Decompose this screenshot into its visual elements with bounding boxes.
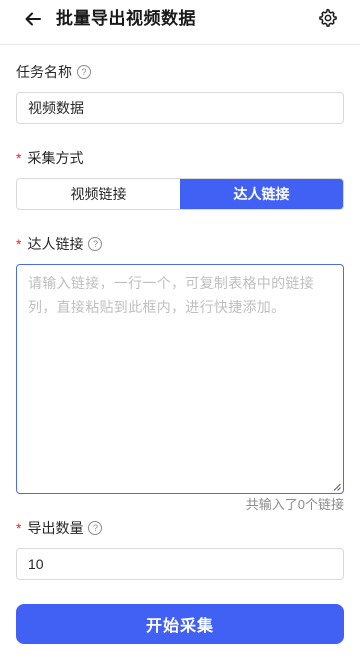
help-icon[interactable]: ?	[88, 521, 103, 535]
export-count-label-row: * 导出数量 ?	[16, 518, 103, 538]
influencer-links-textarea[interactable]: 请输入链接，一行一个，可复制表格中的链接列，直接粘贴到此框内，进行快捷添加。	[16, 264, 344, 494]
gear-icon	[319, 8, 337, 27]
page-title: 批量导出视频数据	[56, 9, 196, 28]
required-mark: *	[16, 520, 22, 536]
export-count-input[interactable]: 10	[16, 548, 344, 580]
help-icon[interactable]: ?	[77, 65, 91, 79]
textarea-placeholder: 请输入链接，一行一个，可复制表格中的链接列，直接粘贴到此框内，进行快捷添加。	[28, 275, 314, 315]
arrow-left-icon	[25, 12, 41, 26]
option-video-link[interactable]: 视频链接	[17, 179, 180, 209]
start-collect-button[interactable]: 开始采集	[16, 604, 344, 644]
page-header: 批量导出视频数据	[0, 0, 360, 45]
settings-button[interactable]	[316, 6, 340, 30]
link-counter: 共输入了0个链接	[245, 497, 344, 512]
help-icon[interactable]: ?	[88, 237, 103, 251]
collect-method-label: 采集方式	[27, 150, 84, 166]
resize-handle-icon[interactable]	[333, 483, 341, 491]
task-name-label: 任务名称	[16, 64, 72, 80]
required-mark: *	[16, 236, 22, 252]
collect-method-label-row: * 采集方式	[16, 148, 83, 168]
task-name-input[interactable]: 视频数据	[16, 92, 344, 124]
collect-method-segmented: 视频链接 达人链接	[16, 178, 344, 210]
influencer-links-label-row: * 达人链接 ?	[16, 234, 103, 254]
influencer-links-label: 达人链接	[27, 236, 84, 252]
back-button[interactable]	[20, 6, 46, 32]
task-name-label-row: 任务名称 ?	[16, 62, 91, 82]
export-count-label: 导出数量	[27, 520, 84, 536]
required-mark: *	[16, 150, 22, 166]
option-influencer-link[interactable]: 达人链接	[180, 179, 343, 209]
